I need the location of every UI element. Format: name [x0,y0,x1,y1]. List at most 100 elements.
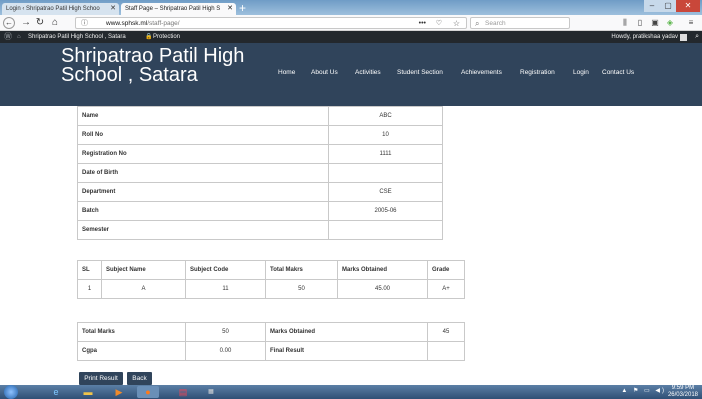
nav-contact-us[interactable]: Contact Us [602,67,634,79]
info-value: 2005-06 [328,201,443,221]
tab-close-icon[interactable]: ✕ [110,3,116,15]
column-header: Subject Name [101,260,186,280]
tab-staff-page[interactable]: Staff Page – Shripatrao Patil High S ✕ [121,3,236,15]
table-cell: 1 [77,279,102,299]
tab-login[interactable]: Login ‹ Shripatrao Patil High Schoo ✕ [2,3,119,15]
extension-icon[interactable]: ▣ [650,17,660,29]
admin-howdy-user[interactable]: Howdy, pratikshaa yadav [611,31,678,43]
nav-achievements[interactable]: Achievements [461,67,502,79]
info-value: 1111 [328,144,443,164]
info-value: CSE [328,182,443,202]
marks-obtained-value: 45 [427,322,465,342]
student-info-table: Name ABC Roll No 10 Registration No 1111 Da… [77,106,443,240]
reload-icon[interactable]: ↻ [33,16,47,30]
column-header: Subject Code [185,260,266,280]
nav-about-us[interactable]: About Us [311,67,338,79]
library-icon[interactable]: ⫼ [620,17,630,29]
site-header: Shripatrao Patil High School , Satara Ho… [0,43,702,106]
info-label: Date of Birth [77,163,329,183]
menu-icon[interactable]: ≡ [686,17,696,29]
nav-home[interactable]: Home [278,67,295,79]
final-result-label: Final Result [265,341,428,361]
minimize-icon[interactable]: – [644,0,660,12]
cgpa-value: 0.00 [185,341,266,361]
table-row: Date of Birth [77,163,443,183]
admin-protection-link[interactable]: Protection [153,31,180,43]
table-header-row: SL Subject Name Subject Code Total Makrs… [77,260,465,280]
app-icon[interactable]: ▦ [200,386,222,398]
clock[interactable]: 9:59 PM 26/03/2018 [668,385,698,399]
avatar[interactable] [680,34,687,41]
table-cell: 50 [265,279,338,299]
site-info-icon[interactable]: ⓘ [81,18,88,29]
table-row: Semester [77,220,443,240]
cgpa-label: Cgpa [77,341,186,361]
close-window-icon[interactable]: ✕ [676,0,700,12]
tab-label: Staff Page – Shripatrao Patil High S [125,6,221,12]
url-text: www.sphsk.ml/staff-page/ [106,18,180,29]
tab-label: Login ‹ Shripatrao Patil High Schoo [6,6,100,12]
search-icon: ⌕ [475,19,480,28]
pocket-icon[interactable]: ♡ [436,18,442,29]
column-header: Total Makrs [265,260,338,280]
bookmark-star-icon[interactable]: ☆ [453,18,460,29]
back-arrow-icon[interactable]: ← [3,17,15,29]
final-result-value [427,341,465,361]
wordpress-logo-icon[interactable]: Ⓦ [4,31,12,43]
new-tab-icon[interactable]: + [239,1,246,15]
os-taskbar: e ▬ ▶ ● ▤ ▦ ▲ ⚑ ▭ ◀) 9:59 PM 26/03/2018 [0,385,702,399]
page-actions-icon[interactable]: ••• [419,18,426,29]
table-cell: A [101,279,186,299]
table-row: Registration No 1111 [77,144,443,164]
print-result-button[interactable]: Print Result [79,372,123,385]
internet-explorer-icon[interactable]: e [45,386,67,398]
info-label: Registration No [77,144,329,164]
nav-activities[interactable]: Activities [355,67,381,79]
system-tray-icons[interactable]: ▲ ⚑ ▭ ◀) [621,387,666,394]
file-explorer-icon[interactable]: ▬ [77,386,99,398]
tab-close-icon[interactable]: ✕ [227,3,233,15]
marks-obtained-label: Marks Obtained [265,322,428,342]
info-label: Semester [77,220,329,240]
admin-site-name[interactable]: Shripatrao Patil High School , Satara [28,31,126,43]
column-header: Grade [427,260,465,280]
search-icon[interactable]: ⌕ [695,31,699,43]
table-row: Cgpa 0.00 Final Result [77,341,465,361]
media-player-icon[interactable]: ▶ [108,386,130,398]
search-placeholder: Search [485,20,506,27]
table-row: Department CSE [77,182,443,202]
site-title[interactable]: Shripatrao Patil High School , Satara [61,46,261,85]
nav-login[interactable]: Login [573,67,589,79]
back-button[interactable]: Back [127,372,152,385]
table-cell: 45.00 [337,279,428,299]
nav-student-section[interactable]: Student Section [397,67,443,79]
extension-icon[interactable]: ◈ [665,17,675,29]
info-value: ABC [328,106,443,126]
firefox-icon[interactable]: ● [137,386,159,398]
home-icon[interactable]: ⌂ [48,16,62,30]
totals-table: Total Marks 50 Marks Obtained 45 Cgpa 0.… [77,322,465,361]
forward-arrow-icon[interactable]: → [19,16,33,30]
total-marks-label: Total Marks [77,322,186,342]
subjects-table: SL Subject Name Subject Code Total Makrs… [77,260,465,299]
nav-registration[interactable]: Registration [520,67,555,79]
dashboard-icon: ⌂ [17,34,21,40]
window-controls: – ▢ ✕ [644,0,700,12]
document-icon[interactable]: ▤ [172,386,194,398]
sidebar-icon[interactable]: ▯ [635,17,645,29]
maximize-icon[interactable]: ▢ [660,0,676,12]
info-value [328,220,443,240]
start-button-icon[interactable] [4,385,18,399]
table-cell: A+ [427,279,465,299]
url-host: www.sphsk.ml [106,20,148,27]
table-row: 1 A 11 50 45.00 A+ [77,279,465,299]
info-label: Roll No [77,125,329,145]
url-bar[interactable]: ⓘ www.sphsk.ml/staff-page/ ••• ♡ ☆ [75,17,467,29]
browser-tabstrip: Login ‹ Shripatrao Patil High Schoo ✕ St… [0,0,702,15]
search-bar[interactable]: ⌕ Search [470,17,570,29]
column-header: SL [77,260,102,280]
clock-date: 26/03/2018 [667,392,698,398]
table-row: Batch 2005-06 [77,201,443,221]
info-label: Department [77,182,329,202]
table-row: Total Marks 50 Marks Obtained 45 [77,322,465,342]
